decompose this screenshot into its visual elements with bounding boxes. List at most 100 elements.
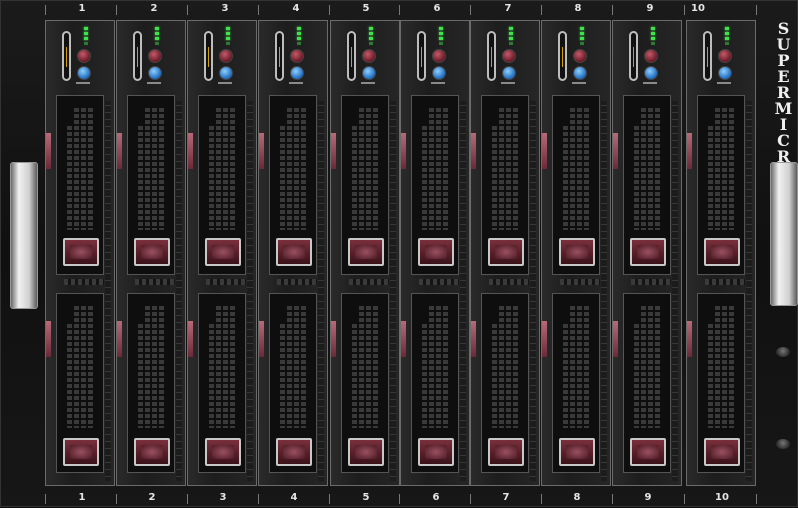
blade-server-6[interactable] (400, 20, 470, 486)
drive-bay-upper[interactable] (623, 95, 671, 275)
drive-latch-button[interactable] (205, 238, 241, 266)
drive-bay-upper[interactable] (697, 95, 745, 275)
drive-bay-upper[interactable] (56, 95, 104, 275)
drive-latch-button[interactable] (418, 238, 454, 266)
drive-bay-lower[interactable] (341, 293, 389, 473)
release-clip[interactable] (613, 133, 618, 169)
drive-latch-button[interactable] (488, 438, 524, 466)
release-clip[interactable] (471, 133, 476, 169)
power-button[interactable] (573, 49, 587, 63)
release-clip[interactable] (613, 321, 618, 357)
drive-bay-lower[interactable] (552, 293, 600, 473)
uid-button[interactable] (148, 66, 162, 80)
drive-bay-upper[interactable] (341, 95, 389, 275)
drive-bay-lower[interactable] (198, 293, 246, 473)
pull-handle[interactable] (62, 31, 71, 81)
release-clip[interactable] (401, 133, 406, 169)
drive-bay-upper[interactable] (481, 95, 529, 275)
power-button[interactable] (718, 49, 732, 63)
drive-bay-lower[interactable] (269, 293, 317, 473)
drive-latch-button[interactable] (63, 438, 99, 466)
release-clip[interactable] (46, 133, 51, 169)
power-button[interactable] (644, 49, 658, 63)
drive-bay-lower[interactable] (411, 293, 459, 473)
pull-handle[interactable] (487, 31, 496, 81)
blade-server-1[interactable] (45, 20, 115, 486)
release-clip[interactable] (401, 321, 406, 357)
release-clip[interactable] (259, 133, 264, 169)
drive-latch-button[interactable] (348, 238, 384, 266)
blade-server-2[interactable] (116, 20, 186, 486)
uid-button[interactable] (362, 66, 376, 80)
blade-server-4[interactable] (258, 20, 328, 486)
drive-latch-button[interactable] (559, 238, 595, 266)
release-clip[interactable] (687, 321, 692, 357)
drive-bay-lower[interactable] (56, 293, 104, 473)
release-clip[interactable] (331, 133, 336, 169)
pull-handle[interactable] (275, 31, 284, 81)
release-clip[interactable] (117, 321, 122, 357)
uid-button[interactable] (290, 66, 304, 80)
release-clip[interactable] (542, 133, 547, 169)
drive-bay-upper[interactable] (552, 95, 600, 275)
pull-handle[interactable] (417, 31, 426, 81)
drive-latch-button[interactable] (134, 238, 170, 266)
drive-bay-upper[interactable] (269, 95, 317, 275)
uid-button[interactable] (219, 66, 233, 80)
drive-bay-lower[interactable] (481, 293, 529, 473)
drive-latch-button[interactable] (205, 438, 241, 466)
blade-server-7[interactable] (470, 20, 540, 486)
drive-latch-button[interactable] (704, 438, 740, 466)
uid-button[interactable] (432, 66, 446, 80)
drive-bay-upper[interactable] (127, 95, 175, 275)
drive-bay-lower[interactable] (127, 293, 175, 473)
drive-bay-upper[interactable] (411, 95, 459, 275)
blade-server-9[interactable] (612, 20, 682, 486)
drive-latch-button[interactable] (630, 438, 666, 466)
release-clip[interactable] (188, 321, 193, 357)
power-button[interactable] (77, 49, 91, 63)
blade-server-10[interactable] (686, 20, 756, 486)
power-button[interactable] (219, 49, 233, 63)
pull-handle[interactable] (347, 31, 356, 81)
blade-server-5[interactable] (330, 20, 400, 486)
drive-latch-button[interactable] (63, 238, 99, 266)
left-rack-handle[interactable] (10, 162, 38, 309)
pull-handle[interactable] (558, 31, 567, 81)
release-clip[interactable] (471, 321, 476, 357)
pull-handle[interactable] (204, 31, 213, 81)
drive-bay-lower[interactable] (623, 293, 671, 473)
release-clip[interactable] (542, 321, 547, 357)
drive-latch-button[interactable] (630, 238, 666, 266)
power-button[interactable] (502, 49, 516, 63)
uid-button[interactable] (502, 66, 516, 80)
release-clip[interactable] (46, 321, 51, 357)
drive-latch-button[interactable] (418, 438, 454, 466)
power-button[interactable] (432, 49, 446, 63)
release-clip[interactable] (117, 133, 122, 169)
drive-latch-button[interactable] (134, 438, 170, 466)
power-button[interactable] (290, 49, 304, 63)
drive-latch-button[interactable] (276, 238, 312, 266)
release-clip[interactable] (188, 133, 193, 169)
drive-bay-upper[interactable] (198, 95, 246, 275)
drive-latch-button[interactable] (704, 238, 740, 266)
release-clip[interactable] (259, 321, 264, 357)
blade-server-8[interactable] (541, 20, 611, 486)
pull-handle[interactable] (629, 31, 638, 81)
uid-button[interactable] (573, 66, 587, 80)
drive-bay-lower[interactable] (697, 293, 745, 473)
pull-handle[interactable] (133, 31, 142, 81)
blade-server-3[interactable] (187, 20, 257, 486)
right-rack-handle[interactable] (770, 162, 798, 306)
power-button[interactable] (148, 49, 162, 63)
pull-handle[interactable] (703, 31, 712, 81)
release-clip[interactable] (687, 133, 692, 169)
drive-latch-button[interactable] (276, 438, 312, 466)
uid-button[interactable] (644, 66, 658, 80)
uid-button[interactable] (718, 66, 732, 80)
drive-latch-button[interactable] (488, 238, 524, 266)
power-button[interactable] (362, 49, 376, 63)
release-clip[interactable] (331, 321, 336, 357)
drive-latch-button[interactable] (348, 438, 384, 466)
